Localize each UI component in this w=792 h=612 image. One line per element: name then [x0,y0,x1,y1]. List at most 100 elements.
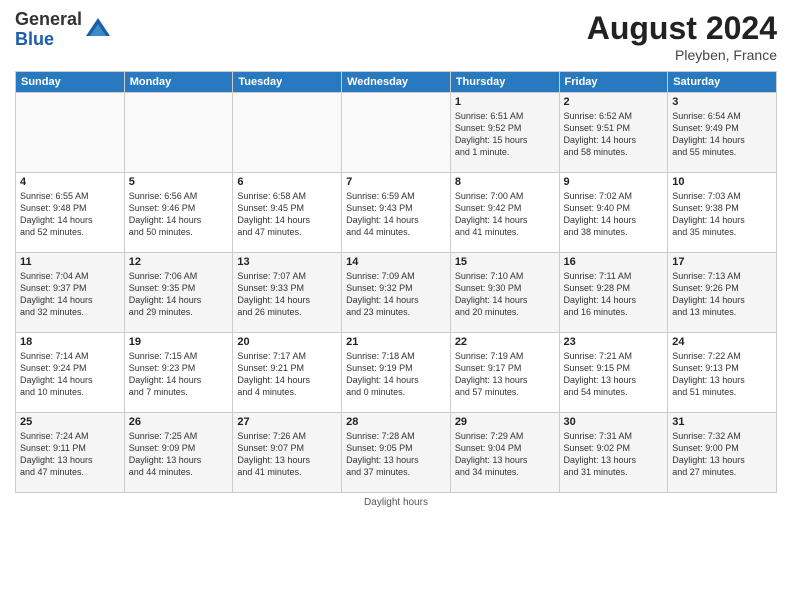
day-info: Sunrise: 7:25 AM Sunset: 9:09 PM Dayligh… [129,430,229,479]
day-info: Sunrise: 7:06 AM Sunset: 9:35 PM Dayligh… [129,270,229,319]
logo-icon [84,16,112,44]
day-number: 8 [455,176,555,188]
day-info: Sunrise: 7:14 AM Sunset: 9:24 PM Dayligh… [20,350,120,399]
calendar-cell: 11 Sunrise: 7:04 AM Sunset: 9:37 PM Dayli… [16,253,125,333]
calendar-cell: 29 Sunrise: 7:29 AM Sunset: 9:04 PM Dayli… [450,413,559,493]
logo-blue: Blue [15,29,54,49]
day-info: Sunrise: 7:28 AM Sunset: 9:05 PM Dayligh… [346,430,446,479]
day-number: 17 [672,256,772,268]
page: General Blue August 2024 Pleyben, France… [0,0,792,612]
day-info: Sunrise: 7:24 AM Sunset: 9:11 PM Dayligh… [20,430,120,479]
col-friday: Friday [559,72,668,93]
calendar-cell: 1 Sunrise: 6:51 AM Sunset: 9:52 PM Daylig… [450,93,559,173]
day-info: Sunrise: 7:10 AM Sunset: 9:30 PM Dayligh… [455,270,555,319]
day-info: Sunrise: 7:11 AM Sunset: 9:28 PM Dayligh… [564,270,664,319]
calendar-cell [16,93,125,173]
week-row-2: 4Sunrise: 6:55 AM Sunset: 9:48 PM Daylig… [16,173,777,253]
col-sunday: Sunday [16,72,125,93]
calendar-cell: 30Sunrise: 7:31 AM Sunset: 9:02 PM Dayli… [559,413,668,493]
day-info: Sunrise: 7:02 AM Sunset: 9:40 PM Dayligh… [564,190,664,239]
day-number: 3 [672,96,772,108]
day-number: 31 [672,416,772,428]
day-info: Sunrise: 7:29 AM Sunset: 9:04 PM Dayligh… [455,430,555,479]
day-number: 1 [455,96,555,108]
day-info: Sunrise: 7:21 AM Sunset: 9:15 PM Dayligh… [564,350,664,399]
logo-general: General [15,9,82,29]
calendar-cell [342,93,451,173]
day-info: Sunrise: 7:03 AM Sunset: 9:38 PM Dayligh… [672,190,772,239]
day-number: 9 [564,176,664,188]
calendar-cell: 16Sunrise: 7:11 AM Sunset: 9:28 PM Dayli… [559,253,668,333]
calendar-cell: 17Sunrise: 7:13 AM Sunset: 9:26 PM Dayli… [668,253,777,333]
calendar-cell: 23 Sunrise: 7:21 AM Sunset: 9:15 PM Dayli… [559,333,668,413]
day-number: 2 [564,96,664,108]
calendar-cell: 2 Sunrise: 6:52 AM Sunset: 9:51 PM Daylig… [559,93,668,173]
calendar-cell: 7Sunrise: 6:59 AM Sunset: 9:43 PM Daylig… [342,173,451,253]
header-row: Sunday Monday Tuesday Wednesday Thursday… [16,72,777,93]
month-year: August 2024 [587,10,777,47]
calendar-cell: 26 Sunrise: 7:25 AM Sunset: 9:09 PM Dayli… [124,413,233,493]
day-info: Sunrise: 7:15 AM Sunset: 9:23 PM Dayligh… [129,350,229,399]
day-number: 15 [455,256,555,268]
calendar-cell: 28 Sunrise: 7:28 AM Sunset: 9:05 PM Dayli… [342,413,451,493]
day-info: Sunrise: 6:56 AM Sunset: 9:46 PM Dayligh… [129,190,229,239]
day-number: 20 [237,336,337,348]
day-number: 22 [455,336,555,348]
day-info: Sunrise: 7:04 AM Sunset: 9:37 PM Dayligh… [20,270,120,319]
calendar-cell [124,93,233,173]
header: General Blue August 2024 Pleyben, France [15,10,777,63]
week-row-1: 1 Sunrise: 6:51 AM Sunset: 9:52 PM Daylig… [16,93,777,173]
day-number: 4 [20,176,120,188]
title-block: August 2024 Pleyben, France [587,10,777,63]
day-info: Sunrise: 7:26 AM Sunset: 9:07 PM Dayligh… [237,430,337,479]
day-info: Sunrise: 6:54 AM Sunset: 9:49 PM Dayligh… [672,110,772,159]
calendar-cell: 27Sunrise: 7:26 AM Sunset: 9:07 PM Dayli… [233,413,342,493]
calendar-cell: 24 Sunrise: 7:22 AM Sunset: 9:13 PM Dayli… [668,333,777,413]
day-number: 29 [455,416,555,428]
calendar-cell: 8 Sunrise: 7:00 AM Sunset: 9:42 PM Daylig… [450,173,559,253]
calendar-cell: 21Sunrise: 7:18 AM Sunset: 9:19 PM Dayli… [342,333,451,413]
day-number: 19 [129,336,229,348]
day-info: Sunrise: 7:00 AM Sunset: 9:42 PM Dayligh… [455,190,555,239]
calendar-cell: 22Sunrise: 7:19 AM Sunset: 9:17 PM Dayli… [450,333,559,413]
day-number: 18 [20,336,120,348]
day-number: 6 [237,176,337,188]
calendar-cell: 3 Sunrise: 6:54 AM Sunset: 9:49 PM Daylig… [668,93,777,173]
col-monday: Monday [124,72,233,93]
location: Pleyben, France [587,47,777,63]
day-number: 23 [564,336,664,348]
footer-text: Daylight hours [364,497,428,508]
week-row-4: 18 Sunrise: 7:14 AM Sunset: 9:24 PM Dayli… [16,333,777,413]
col-saturday: Saturday [668,72,777,93]
day-number: 12 [129,256,229,268]
calendar-cell: 18 Sunrise: 7:14 AM Sunset: 9:24 PM Dayli… [16,333,125,413]
week-row-5: 25 Sunrise: 7:24 AM Sunset: 9:11 PM Dayli… [16,413,777,493]
day-number: 21 [346,336,446,348]
day-info: Sunrise: 6:59 AM Sunset: 9:43 PM Dayligh… [346,190,446,239]
day-number: 28 [346,416,446,428]
day-number: 5 [129,176,229,188]
day-info: Sunrise: 6:52 AM Sunset: 9:51 PM Dayligh… [564,110,664,159]
day-number: 11 [20,256,120,268]
day-number: 26 [129,416,229,428]
calendar-cell: 4Sunrise: 6:55 AM Sunset: 9:48 PM Daylig… [16,173,125,253]
calendar-cell: 12 Sunrise: 7:06 AM Sunset: 9:35 PM Dayli… [124,253,233,333]
day-info: Sunrise: 7:32 AM Sunset: 9:00 PM Dayligh… [672,430,772,479]
day-number: 30 [564,416,664,428]
day-number: 24 [672,336,772,348]
col-tuesday: Tuesday [233,72,342,93]
footer: Daylight hours [15,497,777,508]
day-number: 13 [237,256,337,268]
calendar-cell: 25 Sunrise: 7:24 AM Sunset: 9:11 PM Dayli… [16,413,125,493]
calendar-cell: 9 Sunrise: 7:02 AM Sunset: 9:40 PM Daylig… [559,173,668,253]
col-thursday: Thursday [450,72,559,93]
calendar-cell: 14Sunrise: 7:09 AM Sunset: 9:32 PM Dayli… [342,253,451,333]
day-number: 10 [672,176,772,188]
col-wednesday: Wednesday [342,72,451,93]
day-number: 25 [20,416,120,428]
day-info: Sunrise: 7:22 AM Sunset: 9:13 PM Dayligh… [672,350,772,399]
day-info: Sunrise: 6:51 AM Sunset: 9:52 PM Dayligh… [455,110,555,159]
day-number: 14 [346,256,446,268]
week-row-3: 11 Sunrise: 7:04 AM Sunset: 9:37 PM Dayli… [16,253,777,333]
day-info: Sunrise: 7:07 AM Sunset: 9:33 PM Dayligh… [237,270,337,319]
